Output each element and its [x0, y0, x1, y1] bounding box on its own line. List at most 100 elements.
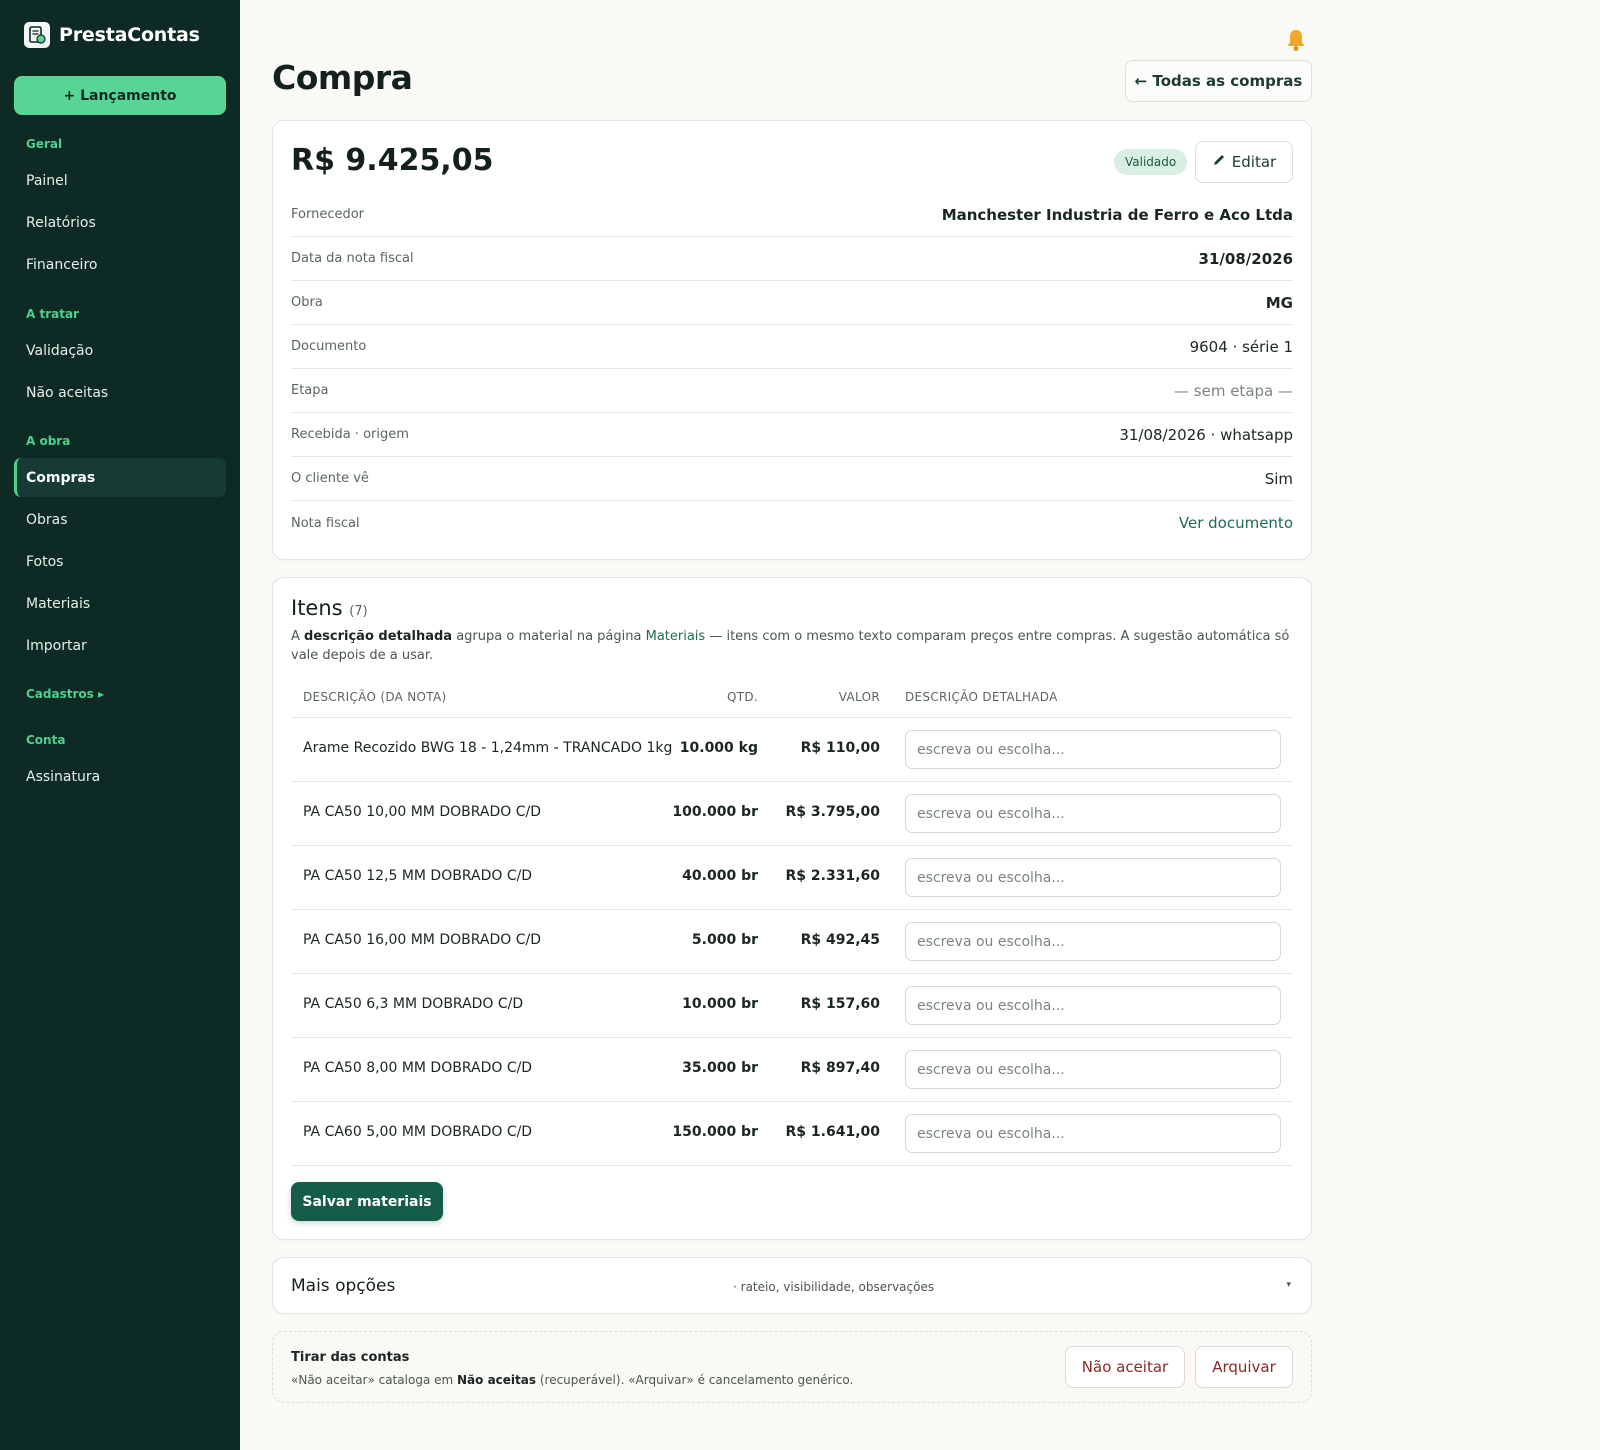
- detailed-description-input[interactable]: [905, 730, 1281, 769]
- sidebar-item-compras[interactable]: Compras: [14, 458, 226, 497]
- item-value: R$ 2.331,60: [785, 868, 880, 884]
- page-title: Compra: [272, 58, 413, 97]
- item-description: PA CA60 5,00 MM DOBRADO C/D: [303, 1124, 533, 1140]
- item-quantity: 40.000 br: [682, 868, 758, 884]
- column-header-qtd: QTD.: [726, 690, 758, 704]
- table-row: Arame Recozido BWG 18 - 1,24mm - TRANCAD…: [291, 718, 1293, 782]
- save-materials-button[interactable]: Salvar materiais: [291, 1182, 443, 1221]
- more-options-toggle[interactable]: Mais opções · rateio, visibilidade, obse…: [272, 1257, 1312, 1314]
- field-value-data-nota: 31/08/2026: [1198, 249, 1293, 268]
- chevron-down-icon[interactable]: ▾: [1286, 1280, 1291, 1290]
- sidebar-item-materiais[interactable]: Materiais: [14, 584, 226, 623]
- field-value-documento: 9604 · série 1: [1189, 337, 1293, 356]
- reject-button[interactable]: Não aceitar: [1065, 1346, 1185, 1388]
- sidebar-item-obras[interactable]: Obras: [14, 500, 226, 539]
- view-document-link[interactable]: Ver documento: [1179, 514, 1293, 532]
- remove-from-accounts-card: Tirar das contas «Não aceitar» cataloga …: [272, 1331, 1312, 1403]
- field-value-etapa: — sem etapa —: [1174, 381, 1293, 400]
- field-label: Documento: [291, 339, 367, 354]
- sidebar-item-relatorios[interactable]: Relatórios: [14, 203, 226, 242]
- logo-icon: [24, 22, 50, 48]
- bell-icon[interactable]: [1285, 28, 1307, 57]
- archive-button[interactable]: Arquivar: [1195, 1346, 1293, 1388]
- brand[interactable]: PrestaContas: [24, 22, 200, 48]
- purchase-summary-card: R$ 9.425,05 Validado Editar Fornecedor M…: [272, 120, 1312, 560]
- detailed-description-input[interactable]: [905, 1114, 1281, 1153]
- item-quantity: 5.000 br: [691, 932, 758, 948]
- item-description: PA CA50 10,00 MM DOBRADO C/D: [303, 804, 541, 820]
- table-row: PA CA50 10,00 MM DOBRADO C/D 100.000 br …: [291, 782, 1293, 846]
- nav-section-geral: Geral: [26, 137, 63, 151]
- desc-text: «Não aceitar» cataloga em: [291, 1373, 458, 1387]
- field-row-fornecedor: Fornecedor Manchester Industria de Ferro…: [291, 193, 1293, 237]
- item-description: PA CA50 6,3 MM DOBRADO C/D: [303, 996, 524, 1012]
- sidebar-item-fotos[interactable]: Fotos: [14, 542, 226, 581]
- field-label: Obra: [291, 295, 323, 310]
- table-row: PA CA50 16,00 MM DOBRADO C/D 5.000 br R$…: [291, 910, 1293, 974]
- item-value: R$ 3.795,00: [785, 804, 880, 820]
- sidebar: PrestaContas + Lançamento Geral Painel R…: [0, 0, 240, 1450]
- items-table-header: DESCRIÇÃO (DA NOTA) QTD. VALOR DESCRIÇÃO…: [291, 678, 1293, 718]
- sidebar-item-painel[interactable]: Painel: [14, 161, 226, 200]
- desc-text: A: [291, 629, 305, 644]
- nav-section-a-obra: A obra: [26, 434, 71, 448]
- purchase-amount: R$ 9.425,05: [291, 143, 494, 178]
- desc-emphasis: Não aceitas: [457, 1373, 537, 1387]
- detailed-description-input[interactable]: [905, 986, 1281, 1025]
- desc-text: agrupa o material na página: [452, 629, 646, 644]
- field-row-etapa: Etapa — sem etapa —: [291, 369, 1293, 413]
- remove-title: Tirar das contas: [291, 1350, 410, 1365]
- detailed-description-input[interactable]: [905, 922, 1281, 961]
- item-description: PA CA50 16,00 MM DOBRADO C/D: [303, 932, 541, 948]
- nav-section-cadastros[interactable]: Cadastros ▸: [26, 687, 104, 701]
- item-quantity: 10.000 br: [682, 996, 758, 1012]
- status-badge: Validado: [1114, 149, 1188, 175]
- item-value: R$ 1.641,00: [785, 1124, 880, 1140]
- detailed-description-input[interactable]: [905, 1050, 1281, 1089]
- field-row-documento: Documento 9604 · série 1: [291, 325, 1293, 369]
- pencil-icon: [1212, 153, 1226, 171]
- field-label: Recebida · origem: [291, 427, 409, 442]
- more-options-subtitle: · rateio, visibilidade, observações: [733, 1280, 935, 1294]
- field-label: Data da nota fiscal: [291, 251, 414, 266]
- new-entry-button[interactable]: + Lançamento: [14, 76, 226, 115]
- materiais-link[interactable]: Materiais: [646, 629, 706, 644]
- sidebar-item-assinatura[interactable]: Assinatura: [14, 757, 226, 796]
- desc-text: (recuperável). «Arquivar» é cancelamento…: [536, 1373, 854, 1387]
- column-header-descricao-detalhada: DESCRIÇÃO DETALHADA: [905, 690, 1058, 704]
- edit-button-label: Editar: [1231, 153, 1277, 171]
- app-name: PrestaContas: [59, 24, 200, 46]
- detailed-description-input[interactable]: [905, 858, 1281, 897]
- item-description: PA CA50 12,5 MM DOBRADO C/D: [303, 868, 533, 884]
- item-value: R$ 157,60: [800, 996, 880, 1012]
- field-label: O cliente vê: [291, 471, 369, 486]
- field-label: Nota fiscal: [291, 515, 360, 531]
- item-description: Arame Recozido BWG 18 - 1,24mm - TRANCAD…: [303, 740, 673, 756]
- field-value-obra: MG: [1265, 293, 1293, 312]
- field-value-recebida: 31/08/2026 · whatsapp: [1119, 425, 1293, 444]
- field-row-nota-fiscal: Nota fiscal Ver documento: [291, 501, 1293, 545]
- item-description: PA CA50 8,00 MM DOBRADO C/D: [303, 1060, 533, 1076]
- item-quantity: 150.000 br: [672, 1124, 758, 1140]
- field-row-data-nota: Data da nota fiscal 31/08/2026: [291, 237, 1293, 281]
- field-label: Fornecedor: [291, 207, 365, 222]
- nav-section-conta: Conta: [26, 733, 66, 747]
- remove-description: «Não aceitar» cataloga em Não aceitas (r…: [291, 1373, 853, 1387]
- edit-button[interactable]: Editar: [1195, 141, 1293, 183]
- field-value-fornecedor: Manchester Industria de Ferro e Aco Ltda: [941, 205, 1293, 224]
- back-to-purchases-button[interactable]: ← Todas as compras: [1125, 60, 1312, 102]
- desc-emphasis: descrição detalhada: [304, 629, 453, 644]
- field-value-cliente-ve: Sim: [1264, 469, 1293, 488]
- items-title: Itens (7): [291, 596, 368, 620]
- column-header-valor: VALOR: [838, 690, 880, 704]
- table-row: PA CA50 8,00 MM DOBRADO C/D 35.000 br R$…: [291, 1038, 1293, 1102]
- sidebar-item-validacao[interactable]: Validação: [14, 331, 226, 370]
- sidebar-item-importar[interactable]: Importar: [14, 626, 226, 665]
- sidebar-item-financeiro[interactable]: Financeiro: [14, 245, 226, 284]
- sidebar-item-nao-aceitas[interactable]: Não aceitas: [14, 373, 226, 412]
- field-row-obra: Obra MG: [291, 281, 1293, 325]
- item-quantity: 35.000 br: [682, 1060, 758, 1076]
- detailed-description-input[interactable]: [905, 794, 1281, 833]
- field-row-cliente-ve: O cliente vê Sim: [291, 457, 1293, 501]
- item-value: R$ 897,40: [800, 1060, 880, 1076]
